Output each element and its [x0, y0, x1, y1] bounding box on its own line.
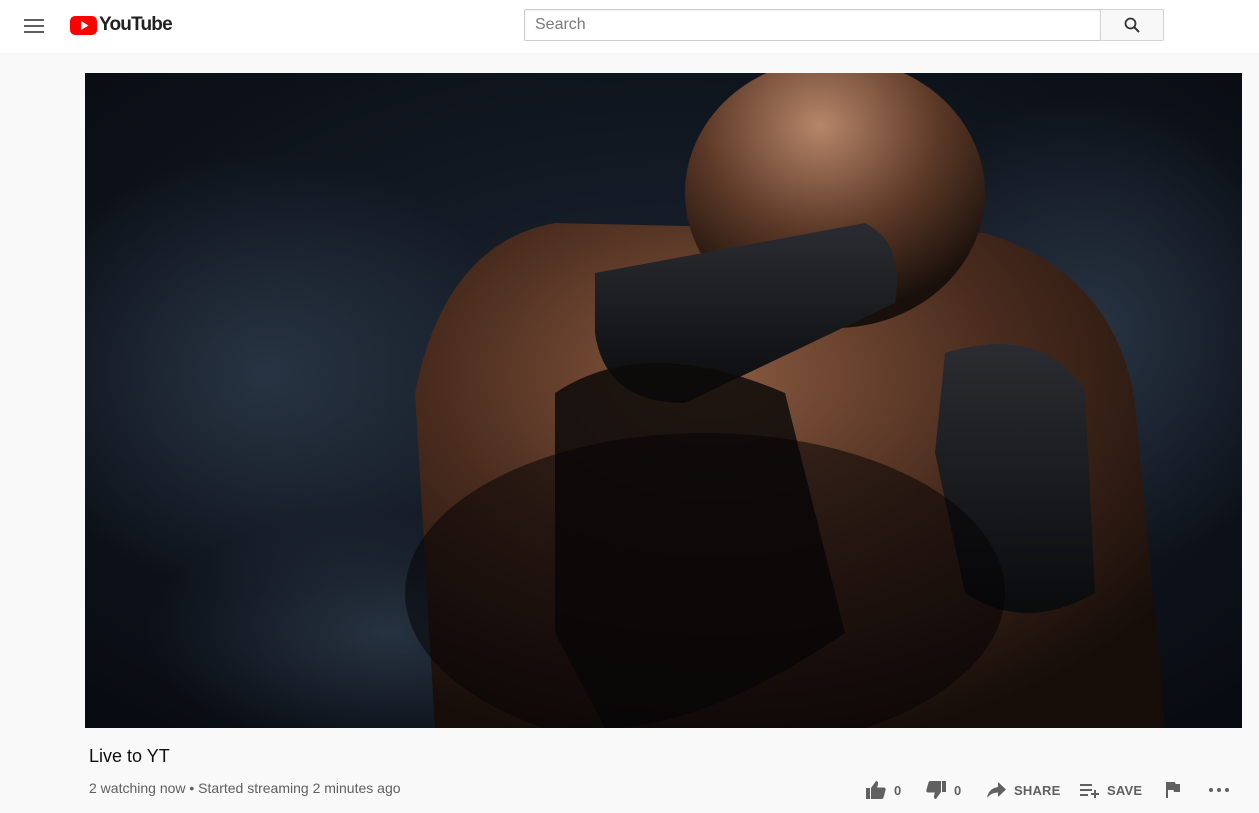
dislike-button[interactable]: 0	[926, 778, 961, 802]
save-button[interactable]: SAVE	[1080, 778, 1142, 802]
dislike-icon	[926, 781, 946, 799]
search-box	[524, 9, 1164, 41]
menu-button[interactable]	[22, 14, 46, 38]
video-title: Live to YT	[89, 746, 170, 766]
share-icon	[987, 782, 1006, 798]
search-button[interactable]	[1100, 9, 1164, 41]
flag-icon	[1166, 782, 1180, 798]
dislike-count: 0	[954, 782, 962, 798]
report-button[interactable]	[1166, 778, 1180, 802]
youtube-logo-icon	[70, 15, 97, 35]
video-frame	[85, 73, 1242, 728]
like-button[interactable]: 0	[866, 778, 901, 802]
like-count: 0	[894, 782, 902, 798]
video-player[interactable]	[85, 73, 1242, 728]
like-icon	[866, 781, 886, 799]
top-bar: YouTube	[0, 0, 1259, 53]
save-label: SAVE	[1107, 782, 1143, 798]
video-meta: 2 watching now • Started streaming 2 min…	[89, 780, 401, 796]
search-icon	[1124, 17, 1140, 33]
logo-text: YouTube	[99, 14, 173, 35]
search-input[interactable]	[524, 9, 1100, 41]
playlist-add-icon	[1080, 784, 1099, 798]
more-actions-button[interactable]	[1209, 778, 1229, 802]
more-icon	[1209, 788, 1229, 792]
share-button[interactable]: SHARE	[987, 778, 1061, 802]
share-label: SHARE	[1014, 782, 1061, 798]
menu-icon	[24, 19, 44, 33]
youtube-logo[interactable]: YouTube	[70, 13, 173, 37]
